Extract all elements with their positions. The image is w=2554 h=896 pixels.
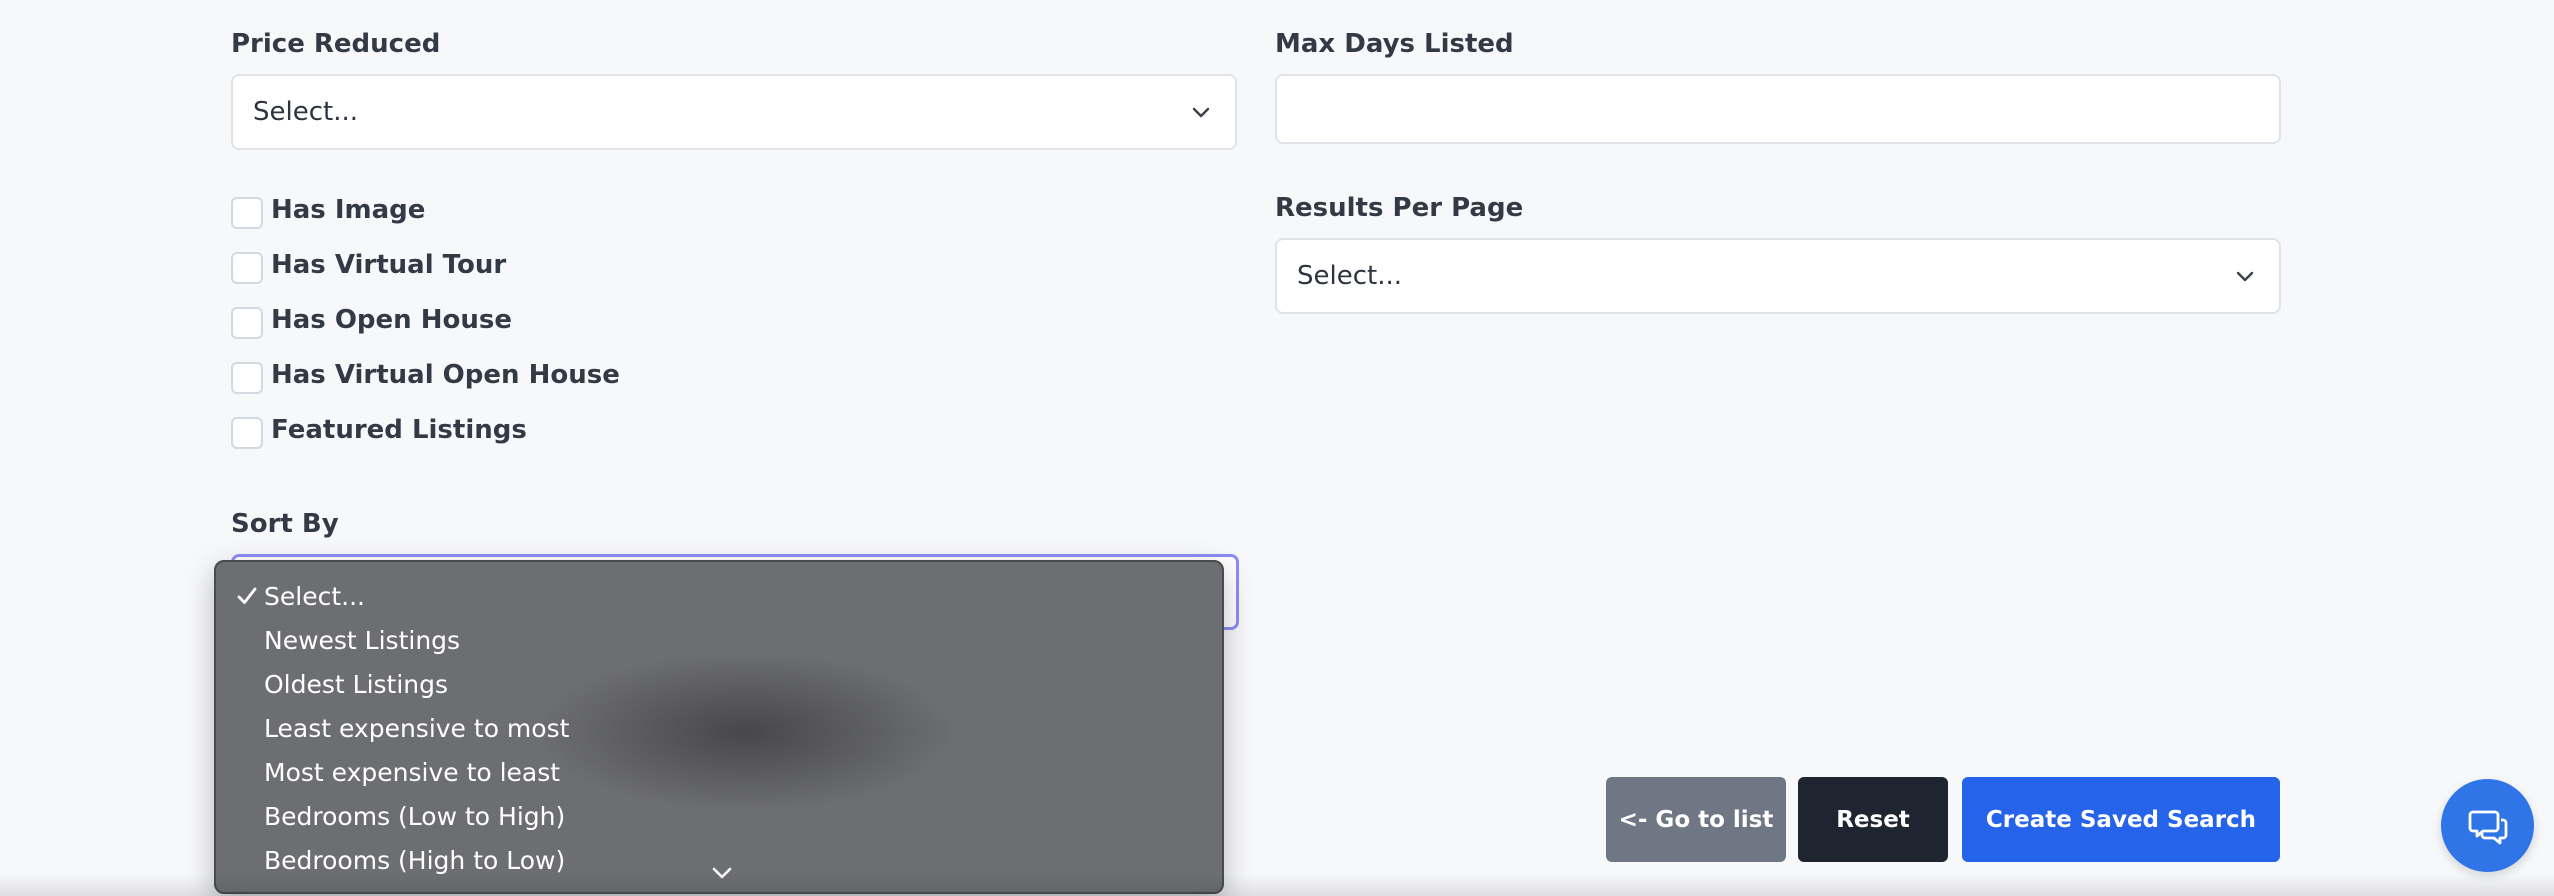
has-virtual-open-house-label: Has Virtual Open House — [271, 360, 620, 390]
has-virtual-tour-label: Has Virtual Tour — [271, 250, 507, 280]
chat-bubbles-icon — [2468, 810, 2507, 844]
sort-option-label: Most expensive to least — [264, 757, 561, 787]
has-virtual-open-house-option[interactable]: Has Virtual Open House — [231, 355, 620, 395]
has-virtual-tour-checkbox[interactable] — [231, 252, 263, 284]
sort-by-dropdown-menu[interactable]: Select... Newest Listings Oldest Listing… — [214, 560, 1224, 894]
has-image-checkbox[interactable] — [231, 197, 263, 229]
max-days-listed-input[interactable] — [1275, 74, 2281, 144]
reset-button[interactable]: Reset — [1798, 777, 1948, 862]
max-days-listed-label: Max Days Listed — [1275, 29, 1514, 59]
has-virtual-tour-option[interactable]: Has Virtual Tour — [231, 245, 506, 285]
go-to-list-button[interactable]: <- Go to list — [1606, 777, 1786, 862]
sort-option-most-expensive[interactable]: Most expensive to least — [264, 750, 560, 794]
results-per-page-label: Results Per Page — [1275, 193, 1524, 223]
sort-option-label: Bedrooms (Low to High) — [264, 801, 566, 831]
has-image-option[interactable]: Has Image — [231, 190, 425, 230]
create-saved-search-button[interactable]: Create Saved Search — [1962, 777, 2280, 862]
price-reduced-value: Select... — [253, 97, 359, 127]
sort-by-label: Sort By — [231, 509, 339, 539]
chat-widget-button[interactable] — [2441, 779, 2534, 872]
featured-listings-label: Featured Listings — [271, 415, 527, 445]
checkmark-icon — [237, 587, 257, 604]
sort-option-label: Least expensive to most — [264, 713, 570, 743]
sort-option-least-expensive[interactable]: Least expensive to most — [264, 706, 569, 750]
featured-listings-option[interactable]: Featured Listings — [231, 410, 527, 450]
sort-option-label: Select... — [264, 581, 365, 611]
has-open-house-label: Has Open House — [271, 305, 512, 335]
sort-option-select[interactable]: Select... — [237, 574, 365, 618]
sort-option-oldest[interactable]: Oldest Listings — [264, 662, 448, 706]
search-filters-page: Price Reduced Select... Max Days Listed … — [0, 0, 2554, 896]
price-reduced-label: Price Reduced — [231, 29, 441, 59]
has-open-house-checkbox[interactable] — [231, 307, 263, 339]
has-open-house-option[interactable]: Has Open House — [231, 300, 512, 340]
sort-option-newest[interactable]: Newest Listings — [264, 618, 460, 662]
sort-option-bedrooms-low-high[interactable]: Bedrooms (Low to High) — [264, 794, 565, 838]
chevron-down-icon — [2236, 271, 2254, 282]
results-per-page-value: Select... — [1297, 261, 1403, 291]
has-virtual-open-house-checkbox[interactable] — [231, 362, 263, 394]
chevron-down-icon — [1192, 107, 1210, 118]
sort-option-label: Newest Listings — [264, 625, 461, 655]
results-per-page-select[interactable]: Select... — [1275, 238, 2281, 314]
has-image-label: Has Image — [271, 195, 426, 225]
price-reduced-select[interactable]: Select... — [231, 74, 1237, 150]
featured-listings-checkbox[interactable] — [231, 417, 263, 449]
sort-option-label: Bedrooms (High to Low) — [264, 845, 566, 875]
sort-option-label: Oldest Listings — [264, 669, 449, 699]
